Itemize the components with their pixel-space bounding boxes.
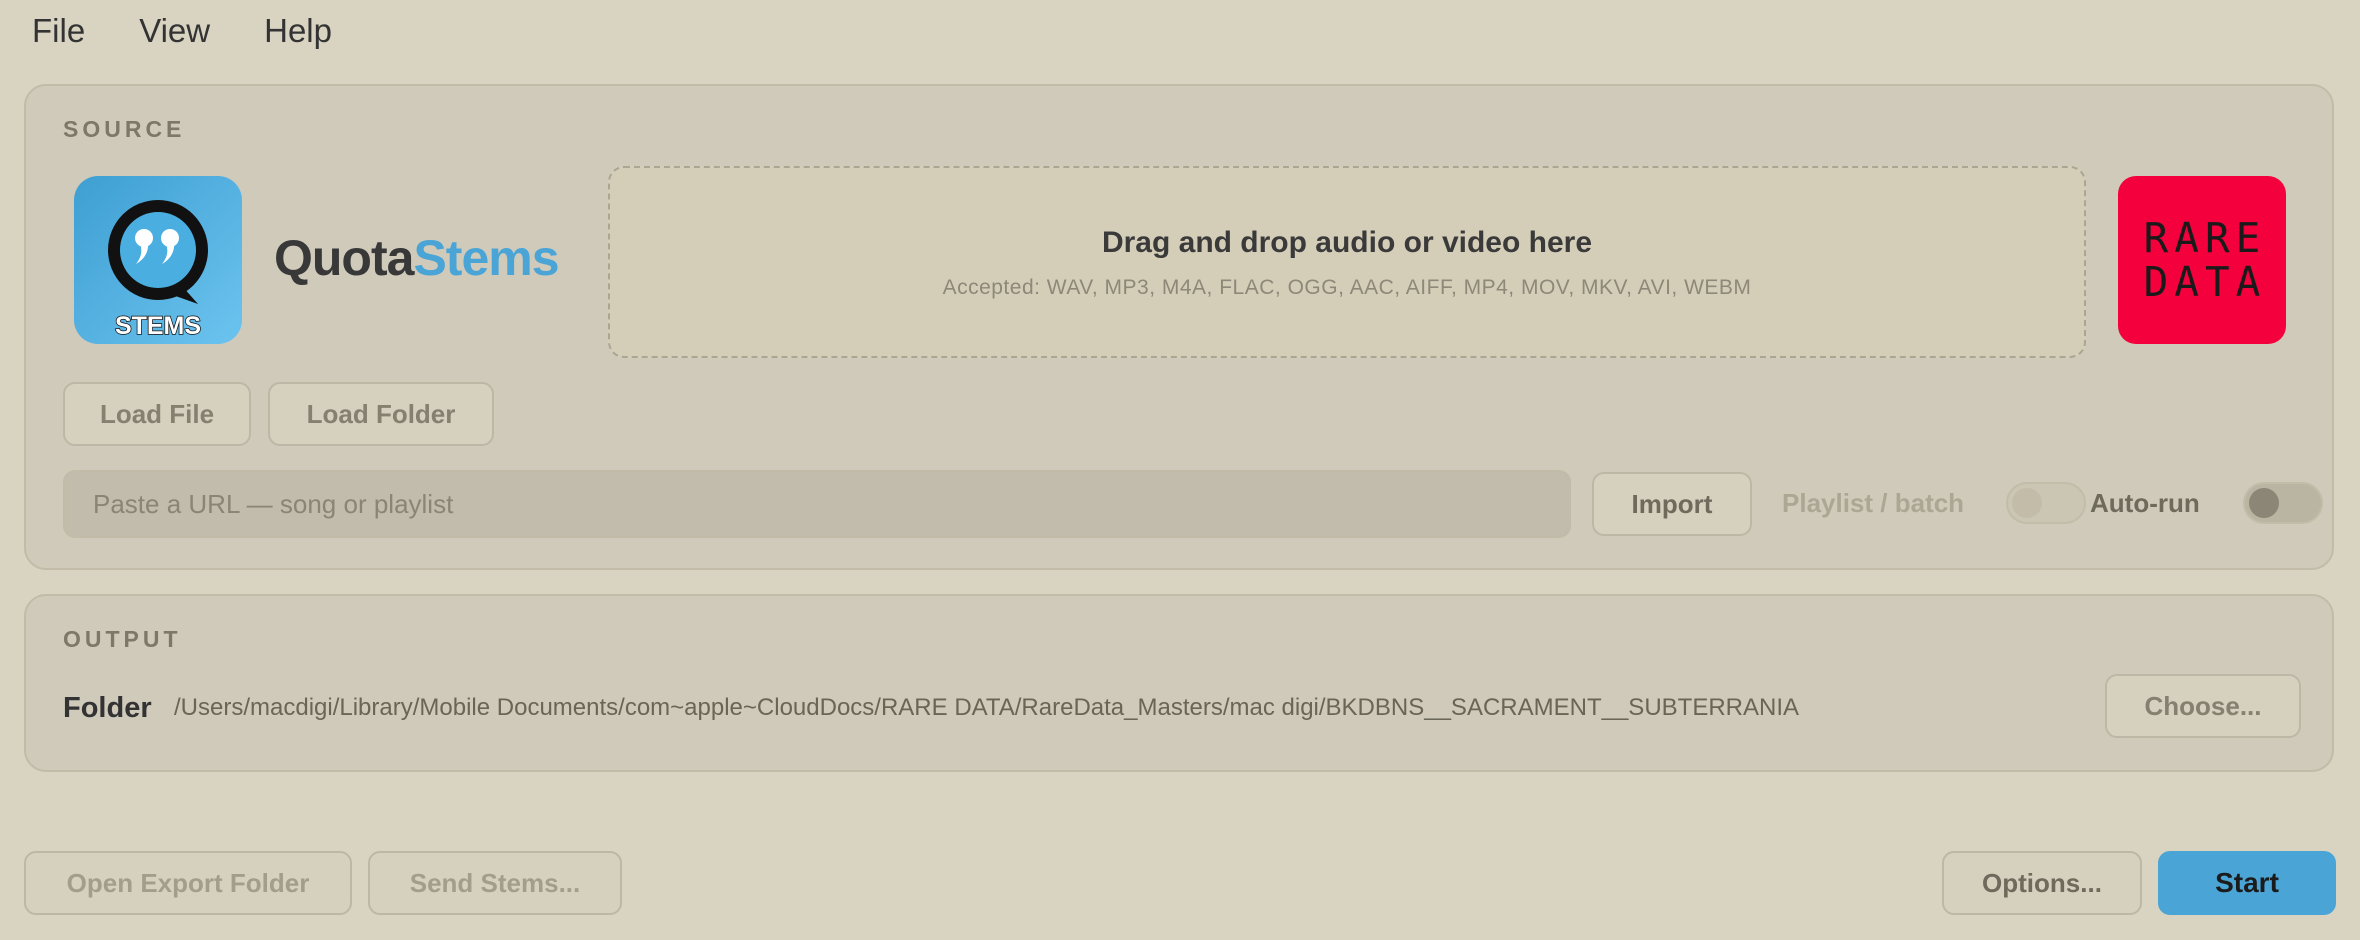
app-icon: STEMS <box>74 176 242 344</box>
url-input[interactable] <box>63 470 1571 538</box>
load-file-button[interactable]: Load File <box>63 382 251 446</box>
logo-line-2: DATA <box>2143 258 2267 306</box>
send-stems-button[interactable]: Send Stems... <box>368 851 622 915</box>
brand-quota: Quota <box>274 230 414 286</box>
source-title: SOURCE <box>63 116 186 142</box>
auto-run-label: Auto-run <box>2090 488 2200 518</box>
import-button[interactable]: Import <box>1592 472 1752 536</box>
output-title: OUTPUT <box>63 626 182 652</box>
playlist-batch-label: Playlist / batch <box>1782 488 1965 518</box>
source-panel: SOURCE STEMS QuotaStems Drag and drop au… <box>24 84 2334 570</box>
playlist-batch-toggle[interactable] <box>2006 482 2086 524</box>
logo-line-1: RARE <box>2143 214 2267 262</box>
app-icon-label: STEMS <box>115 312 201 340</box>
menu-help[interactable]: Help <box>237 0 359 62</box>
toggle-knob <box>2012 488 2042 518</box>
brand-wordmark: QuotaStems <box>274 228 560 288</box>
load-folder-button[interactable]: Load Folder <box>268 382 494 446</box>
rare-data-logo: RARE DATA <box>2118 176 2286 344</box>
dropzone-accepted-formats: Accepted: WAV, MP3, M4A, FLAC, OGG, AAC,… <box>942 276 1752 299</box>
menu-bar: File View Help <box>0 0 359 62</box>
folder-label: Folder <box>63 692 152 724</box>
drop-zone[interactable]: Drag and drop audio or video here Accept… <box>608 166 2086 358</box>
choose-folder-button[interactable]: Choose... <box>2105 674 2301 738</box>
options-button[interactable]: Options... <box>1942 851 2142 915</box>
start-button[interactable]: Start <box>2158 851 2336 915</box>
dropzone-title: Drag and drop audio or video here <box>1101 226 1593 259</box>
auto-run-toggle[interactable] <box>2243 482 2323 524</box>
brand-stems: Stems <box>413 230 559 286</box>
open-export-folder-button[interactable]: Open Export Folder <box>24 851 352 915</box>
menu-view[interactable]: View <box>112 0 237 62</box>
output-panel: OUTPUT Folder /Users/macdigi/Library/Mob… <box>24 594 2334 772</box>
speech-bubble-quote-icon: STEMS <box>108 200 208 341</box>
toggle-knob <box>2249 488 2279 518</box>
menu-file[interactable]: File <box>0 0 112 62</box>
folder-path: /Users/macdigi/Library/Mobile Documents/… <box>174 694 1800 721</box>
